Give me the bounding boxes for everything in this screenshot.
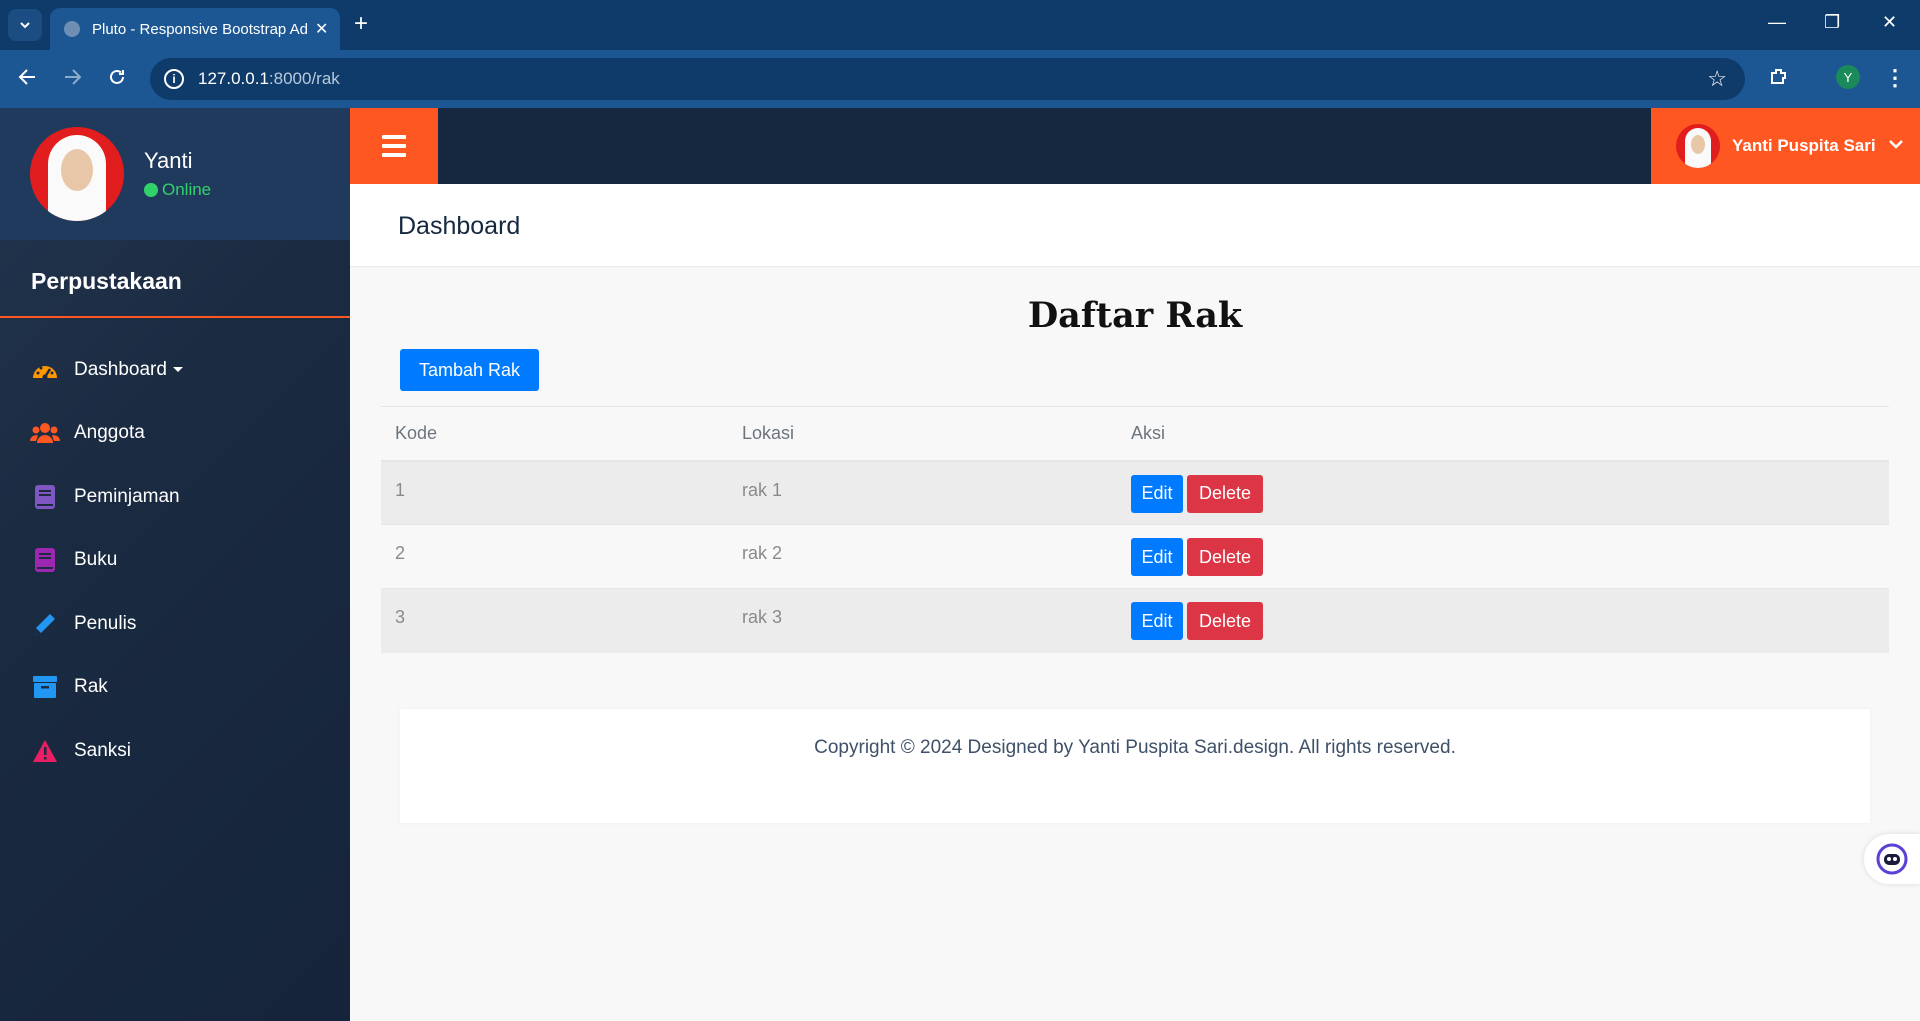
assistant-widget-button[interactable] <box>1864 834 1920 884</box>
edit-button[interactable]: Edit <box>1131 538 1183 576</box>
book-icon <box>30 484 60 510</box>
cell-kode: 3 <box>381 588 728 653</box>
footer: Copyright © 2024 Designed by Yanti Puspi… <box>400 709 1870 823</box>
window-close-button[interactable]: ✕ <box>1882 12 1897 33</box>
sidebar-user-box: Yanti Online <box>0 108 350 240</box>
cell-lokasi: rak 1 <box>728 460 1117 525</box>
extensions-icon[interactable] <box>1768 66 1790 93</box>
back-icon[interactable] <box>16 66 38 93</box>
sidebar-item-label: Penulis <box>74 612 137 634</box>
tab-title: Pluto - Responsive Bootstrap Admin <box>92 20 307 38</box>
url-field[interactable]: i 127.0.0.1:8000/rak ☆ <box>150 58 1745 100</box>
cell-aksi: Edit Delete <box>1117 460 1889 525</box>
sidebar-item-label: Buku <box>74 549 118 571</box>
sidebar-item-label: Anggota <box>74 422 145 444</box>
archive-icon <box>30 674 60 700</box>
sidebar-brand: Perpustakaan <box>0 240 350 318</box>
tab-search-button[interactable] <box>8 9 42 41</box>
sidebar-item-label: Peminjaman <box>74 485 180 507</box>
globe-icon <box>64 21 80 37</box>
browser-tab-strip: Pluto - Responsive Bootstrap Admin ✕ + —… <box>0 0 1920 50</box>
chevron-down-icon <box>20 22 30 29</box>
sidebar-menu: Dashboard Anggota Peminjaman Buku Penuli… <box>0 318 350 783</box>
avatar <box>30 127 124 221</box>
chevron-down-icon <box>1888 137 1904 155</box>
sidebar-item-label: Dashboard <box>74 358 167 380</box>
cell-kode: 2 <box>381 524 728 589</box>
site-info-icon[interactable]: i <box>164 69 184 89</box>
table-row: 1 rak 1 Edit Delete <box>381 460 1889 525</box>
browser-tab[interactable]: Pluto - Responsive Bootstrap Admin ✕ <box>50 8 340 50</box>
sidebar-item-anggota[interactable]: Anggota <box>0 402 350 466</box>
bookmark-star-icon[interactable]: ☆ <box>1707 66 1727 92</box>
page-title: Dashboard <box>398 212 521 240</box>
sidebar-item-label: Rak <box>74 676 108 698</box>
dashboard-icon <box>30 357 60 383</box>
minimize-button[interactable]: — <box>1768 12 1786 33</box>
online-status: Online <box>144 180 211 200</box>
user-menu-name: Yanti Puspita Sari <box>1732 136 1876 155</box>
sidebar-item-label: Sanksi <box>74 739 132 761</box>
copyright-text: Copyright © 2024 Designed by Yanti Puspi… <box>814 737 1456 758</box>
sidebar-item-penulis[interactable]: Penulis <box>0 592 350 656</box>
main-content: Daftar Rak Tambah Rak Kode Lokasi Aksi 1… <box>350 267 1920 1021</box>
user-menu-button[interactable]: Yanti Puspita Sari <box>1651 108 1920 184</box>
content-title: Daftar Rak <box>1027 295 1243 336</box>
table-row: 2 rak 2 Edit Delete <box>381 524 1889 589</box>
table-header-row: Kode Lokasi Aksi <box>381 406 1889 462</box>
avatar <box>1676 124 1720 168</box>
assistant-face-icon <box>1876 843 1908 875</box>
sidebar-user-name: Yanti <box>144 148 193 173</box>
forward-icon[interactable] <box>62 66 84 93</box>
sidebar-item-sanksi[interactable]: Sanksi <box>0 719 350 783</box>
restore-button[interactable]: ❐ <box>1824 12 1840 33</box>
users-icon <box>30 420 60 446</box>
profile-avatar[interactable]: Y <box>1836 65 1860 89</box>
hamburger-icon <box>382 135 406 139</box>
sidebar: Yanti Online Perpustakaan Dashboard Angg… <box>0 108 350 1021</box>
delete-button[interactable]: Delete <box>1187 474 1263 513</box>
caret-down-icon <box>172 367 183 373</box>
sidebar-toggle-button[interactable] <box>350 108 438 184</box>
browser-menu-icon[interactable]: ⋮ <box>1884 66 1906 90</box>
delete-button[interactable]: Delete <box>1187 602 1263 640</box>
address-bar-row: i 127.0.0.1:8000/rak ☆ Y ⋮ <box>0 50 1920 108</box>
edit-button[interactable]: Edit <box>1131 602 1183 640</box>
sidebar-item-peminjaman[interactable]: Peminjaman <box>0 465 350 529</box>
pencil-icon <box>30 611 60 637</box>
cell-aksi: Edit Delete <box>1117 588 1889 653</box>
reload-icon[interactable] <box>106 66 128 93</box>
delete-button[interactable]: Delete <box>1187 538 1263 576</box>
edit-button[interactable]: Edit <box>1131 474 1183 513</box>
table-row: 3 rak 3 Edit Delete <box>381 588 1889 653</box>
url-path: :8000/rak <box>268 69 340 88</box>
column-header-kode: Kode <box>381 406 728 462</box>
column-header-lokasi: Lokasi <box>728 406 1117 462</box>
book-icon <box>30 547 60 573</box>
warning-icon <box>30 738 60 764</box>
sidebar-item-dashboard[interactable]: Dashboard <box>0 338 350 402</box>
add-rak-button[interactable]: Tambah Rak <box>400 349 539 391</box>
sidebar-item-buku[interactable]: Buku <box>0 529 350 593</box>
tab-close-button[interactable]: ✕ <box>315 19 328 39</box>
sidebar-item-rak[interactable]: Rak <box>0 656 350 720</box>
cell-lokasi: rak 2 <box>728 524 1117 589</box>
rak-table: Kode Lokasi Aksi 1 rak 1 Edit Delete 2 ra… <box>381 406 1889 653</box>
url-host: 127.0.0.1 <box>198 69 269 88</box>
cell-lokasi: rak 3 <box>728 588 1117 653</box>
status-dot-icon <box>144 183 158 197</box>
cell-kode: 1 <box>381 460 728 525</box>
column-header-aksi: Aksi <box>1117 406 1889 462</box>
new-tab-button[interactable]: + <box>354 12 368 36</box>
top-navbar: Yanti Puspita Sari <box>350 108 1920 184</box>
page-header: Dashboard <box>350 184 1920 267</box>
cell-aksi: Edit Delete <box>1117 524 1889 589</box>
